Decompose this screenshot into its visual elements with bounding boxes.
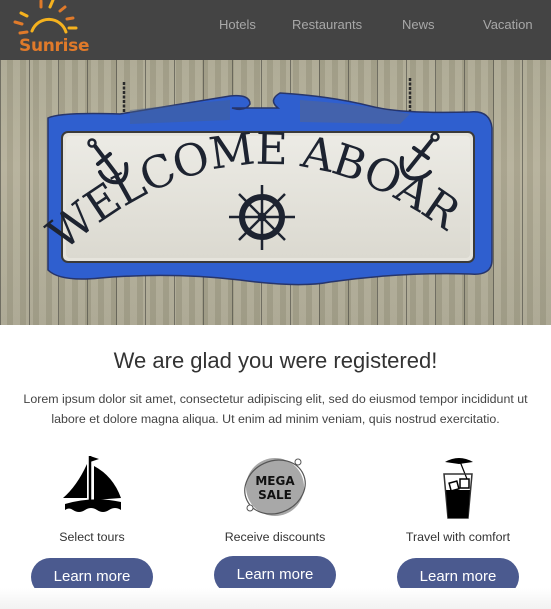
sailboat-icon — [63, 456, 121, 512]
feature-receive-discounts: MEGA SALE Receive discounts Learn more — [195, 452, 355, 602]
mega-sale-badge-icon: MEGA SALE — [244, 458, 306, 516]
feature-travel-comfort: Travel with comfort Learn more — [378, 452, 538, 602]
intro-text: Lorem ipsum dolor sit amet, consectetur … — [23, 392, 528, 426]
nav-item-restaurants[interactable]: Restaurants — [292, 17, 362, 32]
nav-item-vacation[interactable]: Vacation — [483, 17, 533, 32]
header: Sunrise Hotels Restaurants News Vacation — [0, 0, 551, 60]
cocktail-icon — [443, 458, 473, 519]
logo-text: Sunrise — [19, 36, 90, 56]
hero-banner: WELCOME ABOARD — [0, 60, 551, 325]
nav-item-news[interactable]: News — [402, 17, 435, 32]
feature-label: Receive discounts — [224, 530, 326, 544]
svg-text:SALE: SALE — [258, 488, 292, 502]
footer-fade — [0, 588, 551, 609]
feature-label: Travel with comfort — [405, 530, 511, 544]
nav-item-hotels[interactable]: Hotels — [219, 17, 256, 32]
welcome-aboard-sign: WELCOME ABOARD — [0, 60, 493, 286]
svg-text:MEGA: MEGA — [255, 474, 295, 488]
feature-label: Select tours — [59, 530, 125, 544]
feature-select-tours: Select tours Learn more — [12, 452, 172, 602]
page-title: We are glad you were registered! — [113, 348, 438, 373]
main-nav: Hotels Restaurants News Vacation — [0, 17, 551, 37]
